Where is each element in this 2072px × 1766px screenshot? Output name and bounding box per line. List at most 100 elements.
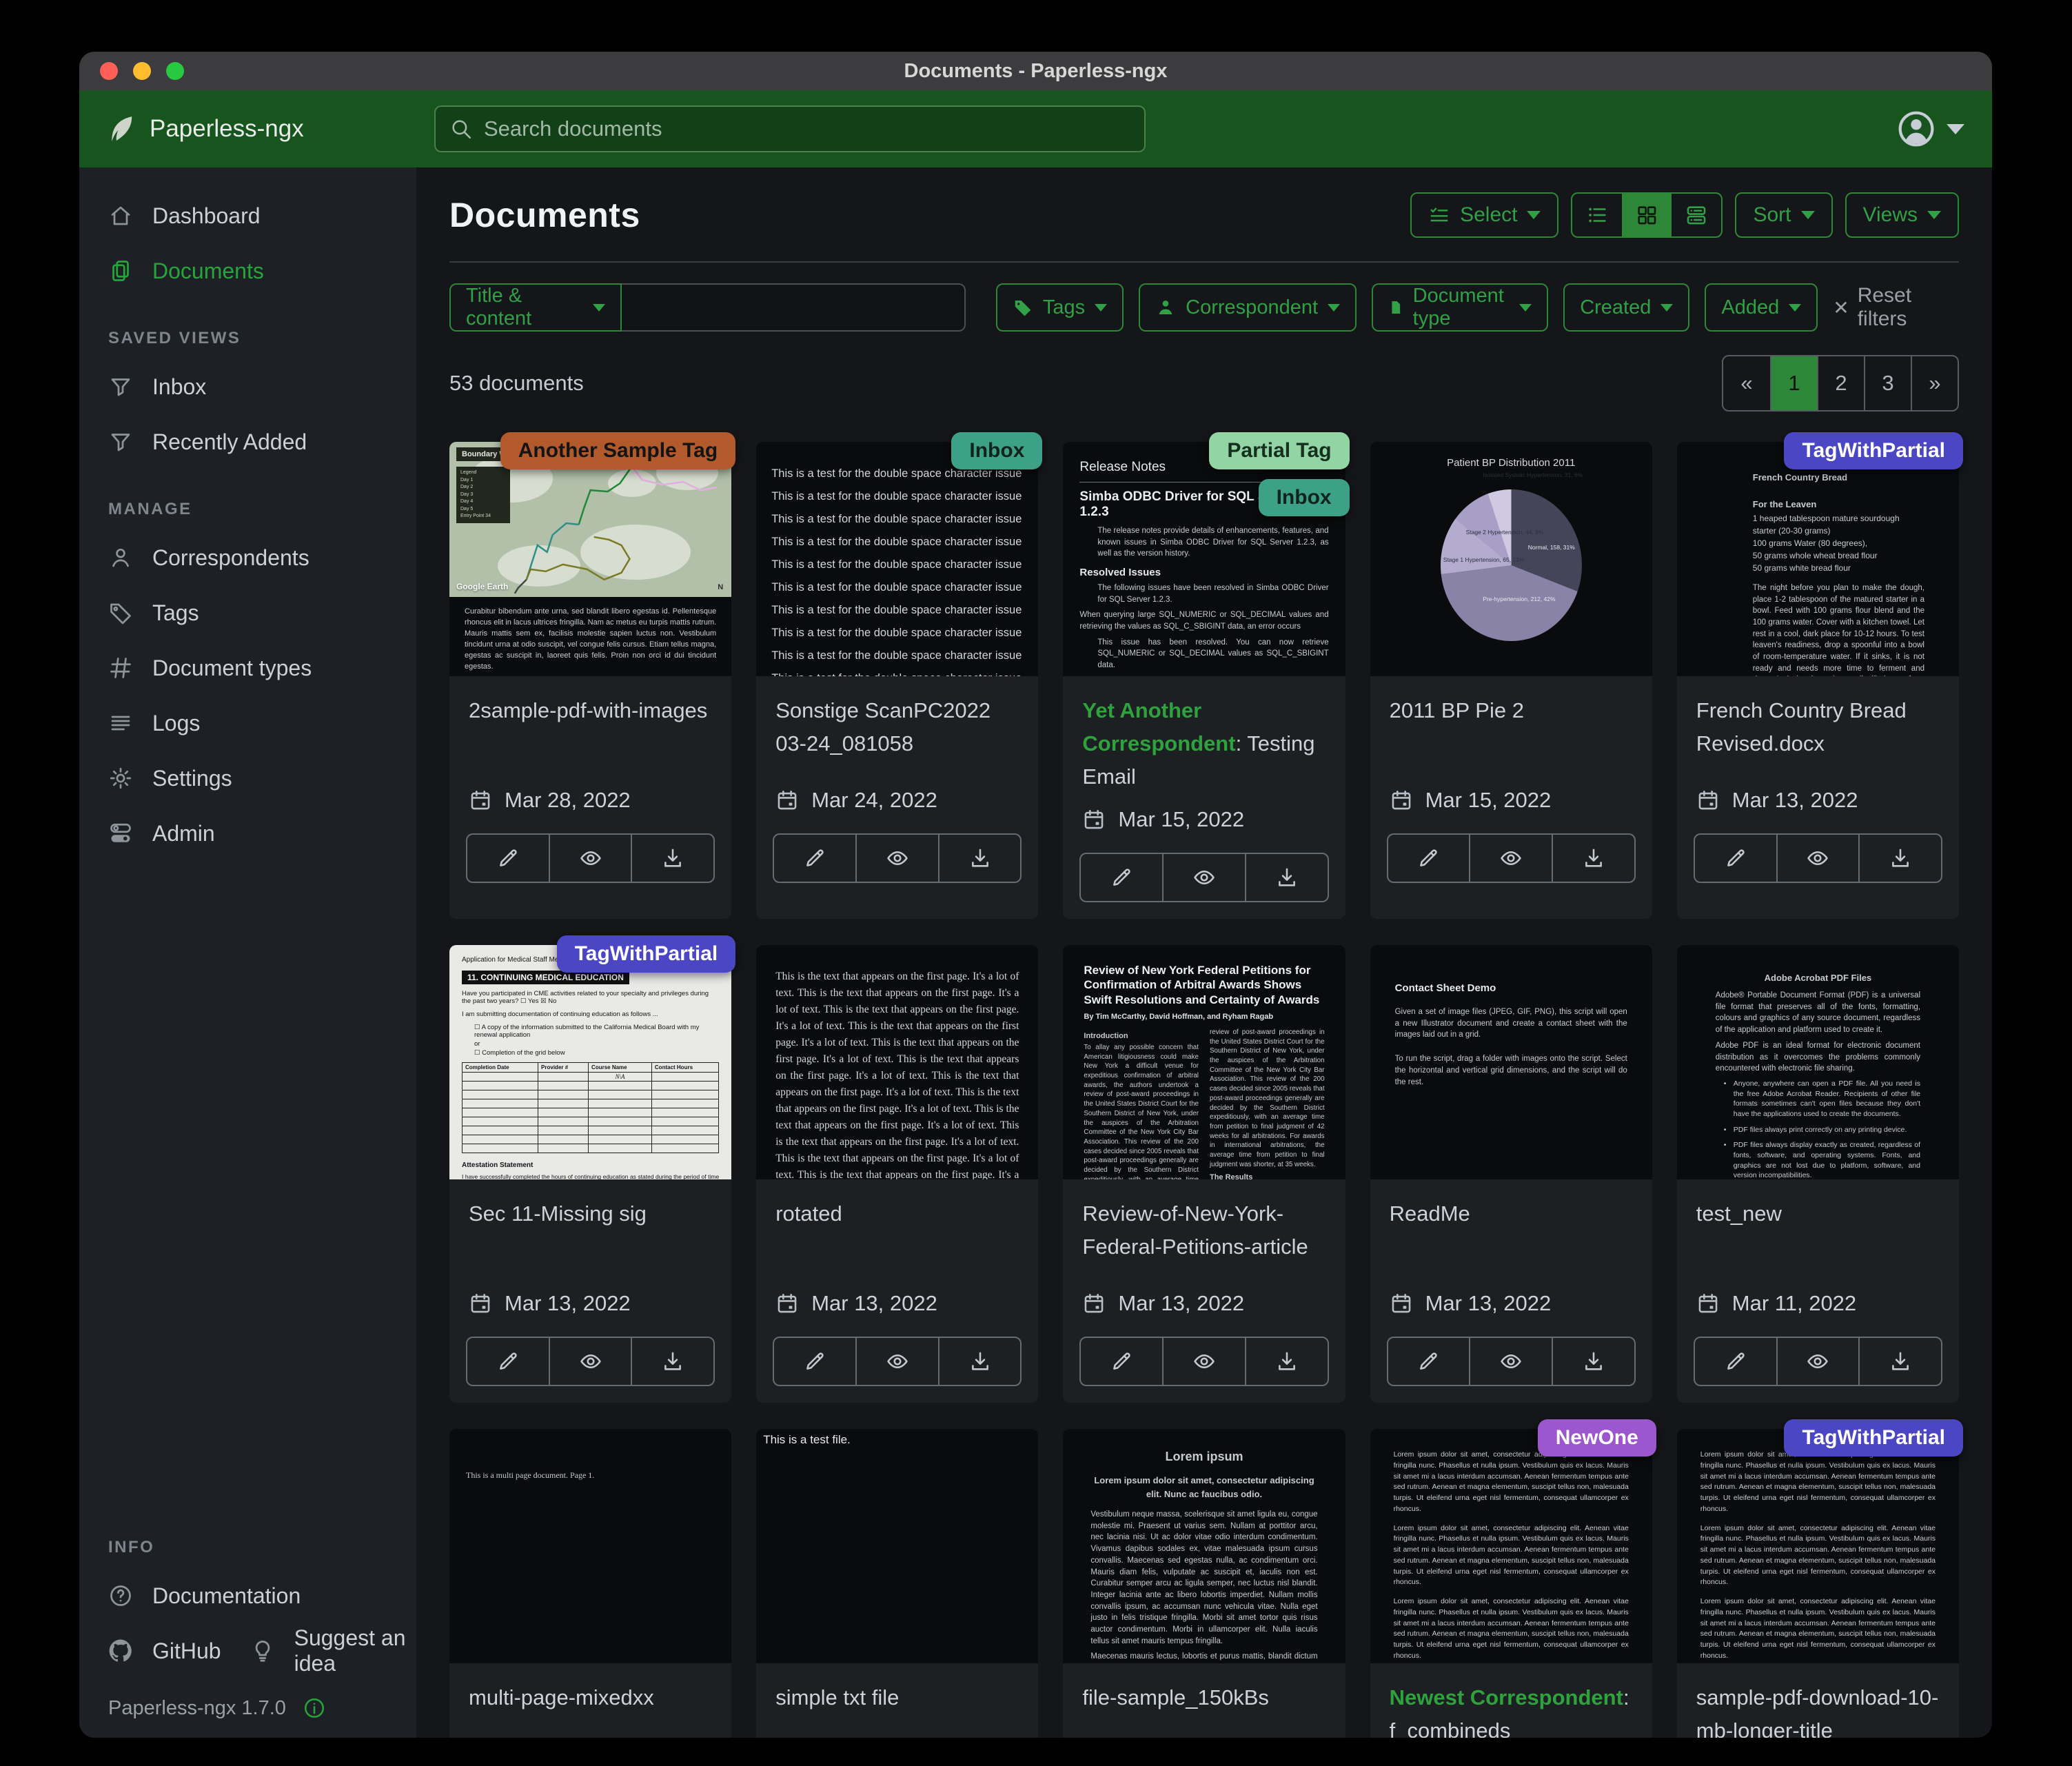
document-thumbnail[interactable]: This is a multi page document. Page 1. [449,1429,731,1663]
filter-correspondent-button[interactable]: Correspondent [1139,283,1357,332]
document-thumbnail[interactable]: This is the text that appears on the fir… [756,945,1038,1179]
document-title[interactable]: test_new [1677,1179,1959,1283]
view-document-button[interactable] [1776,1337,1860,1386]
document-thumbnail[interactable]: Lorem ipsum dolor sit amet, consectetur … [1370,1429,1652,1663]
download-document-button[interactable] [938,833,1022,883]
download-document-button[interactable] [1552,1337,1636,1386]
view-document-button[interactable] [1469,1337,1553,1386]
tag-badge[interactable]: Another Sample Tag [500,432,735,469]
document-title[interactable]: Sec 11-Missing sig [449,1179,731,1283]
sidebar-item-dashboard[interactable]: Dashboard [79,188,416,243]
view-document-button[interactable] [855,1337,939,1386]
document-title[interactable]: 2sample-pdf-with-images [449,676,731,780]
document-title[interactable]: ReadMe [1370,1179,1652,1283]
filter-created-button[interactable]: Created [1563,283,1689,332]
download-document-button[interactable] [1245,1337,1329,1386]
document-title[interactable]: rotated [756,1179,1038,1283]
document-thumbnail[interactable]: Lorem ipsum dolor sit amet, consectetur … [1677,1429,1959,1663]
download-document-button[interactable] [1245,853,1329,902]
edit-document-button[interactable] [466,833,550,883]
document-title[interactable]: sample-pdf-download-10-mb-longer-title [1677,1663,1959,1738]
view-document-button[interactable] [549,1337,633,1386]
edit-document-button[interactable] [773,833,857,883]
tag-badge[interactable]: TagWithPartial [1784,1419,1963,1457]
download-document-button[interactable] [631,1337,715,1386]
zoom-window-button[interactable] [166,62,184,80]
tag-badge[interactable]: Partial Tag [1209,432,1349,469]
document-title[interactable]: French Country Bread Revised.docx [1677,676,1959,780]
edit-document-button[interactable] [466,1337,550,1386]
sidebar-item-admin[interactable]: Admin [79,806,416,861]
sidebar-item-correspondents[interactable]: Correspondents [79,530,416,585]
view-mode-list-button[interactable] [1572,194,1622,236]
sidebar-item-recently-added[interactable]: Recently Added [79,414,416,469]
pagination-page-3[interactable]: 3 [1864,356,1911,410]
download-document-button[interactable] [938,1337,1022,1386]
document-thumbnail[interactable]: Patient BP Distribution 2011Normal, 158,… [1370,442,1652,676]
sidebar-item-documentation[interactable]: Documentation [79,1568,416,1623]
document-title[interactable]: multi-page-mixedxx [449,1663,731,1738]
search-documents-input[interactable]: Search documents [434,105,1146,152]
tag-badge[interactable]: TagWithPartial [1784,432,1963,469]
close-window-button[interactable] [100,62,118,80]
download-document-button[interactable] [631,833,715,883]
edit-document-button[interactable] [1079,1337,1164,1386]
view-document-button[interactable] [1162,1337,1246,1386]
tag-badge[interactable]: Inbox [1259,479,1350,516]
edit-document-button[interactable] [1079,853,1164,902]
select-button[interactable]: Select [1410,192,1558,238]
title-content-filter-input[interactable] [622,283,966,332]
sidebar-item-inbox[interactable]: Inbox [79,359,416,414]
document-title[interactable]: simple txt file [756,1663,1038,1738]
sort-button[interactable]: Sort [1735,192,1832,238]
document-title[interactable]: Sonstige ScanPC2022 03-24_081058 [756,676,1038,780]
views-button[interactable]: Views [1845,192,1959,238]
reset-filters-button[interactable]: ✕ Reset filters [1833,284,1959,331]
download-document-button[interactable] [1858,833,1942,883]
tag-badge[interactable]: Inbox [951,432,1042,469]
filter-document-type-button[interactable]: Document type [1372,283,1548,332]
document-thumbnail[interactable]: Contact Sheet DemoGiven a set of image f… [1370,945,1652,1179]
view-mode-grid-button[interactable] [1622,194,1672,236]
tag-badge[interactable]: NewOne [1538,1419,1656,1457]
document-thumbnail[interactable]: Boundary Waters TripLegendDay 1Day 2Day … [449,442,731,676]
sidebar-item-document-types[interactable]: Document types [79,640,416,696]
document-title[interactable]: file-sample_150kBs [1063,1663,1345,1738]
document-thumbnail[interactable]: Lorem ipsumLorem ipsum dolor sit amet, c… [1063,1429,1345,1663]
view-document-button[interactable] [855,833,939,883]
document-thumbnail[interactable]: This is a test for the double space char… [756,442,1038,676]
filter-added-button[interactable]: Added [1705,283,1818,332]
document-thumbnail[interactable]: Application for Medical Staff Members — … [449,945,731,1179]
document-thumbnail[interactable]: Adobe Acrobat PDF FilesAdobe® Portable D… [1677,945,1959,1179]
sidebar-item-suggest-idea[interactable]: Suggest an idea [221,1623,416,1678]
download-document-button[interactable] [1858,1337,1942,1386]
edit-document-button[interactable] [1387,833,1471,883]
document-title[interactable]: Newest Correspondent: f_combineds [1370,1663,1652,1738]
edit-document-button[interactable] [1694,1337,1778,1386]
document-title[interactable]: 2011 BP Pie 2 [1370,676,1652,780]
view-mode-detail-button[interactable] [1672,194,1721,236]
filter-tags-button[interactable]: Tags [996,283,1124,332]
document-thumbnail[interactable]: Review of New York Federal Petitions for… [1063,945,1345,1179]
sidebar-item-settings[interactable]: Settings [79,751,416,806]
pagination-next-button[interactable]: » [1911,356,1958,410]
edit-document-button[interactable] [1387,1337,1471,1386]
document-title[interactable]: Yet Another Correspondent: Testing Email [1063,676,1345,799]
view-document-button[interactable] [1469,833,1553,883]
minimize-window-button[interactable] [133,62,151,80]
tag-badge[interactable]: TagWithPartial [557,935,736,973]
document-correspondent[interactable]: Newest Correspondent [1390,1685,1623,1709]
view-document-button[interactable] [549,833,633,883]
pagination-page-2[interactable]: 2 [1817,356,1864,410]
edit-document-button[interactable] [1694,833,1778,883]
sidebar-item-documents[interactable]: Documents [79,243,416,298]
pagination-page-1[interactable]: 1 [1770,356,1817,410]
sidebar-item-tags[interactable]: Tags [79,585,416,640]
user-menu-button[interactable] [1897,110,1964,148]
document-title[interactable]: Review-of-New-York-Federal-Petitions-art… [1063,1179,1345,1283]
download-document-button[interactable] [1552,833,1636,883]
document-thumbnail[interactable]: This is a test file. [756,1429,1038,1663]
sidebar-item-github[interactable]: GitHub [79,1623,221,1678]
pagination-prev-button[interactable]: « [1723,356,1770,410]
edit-document-button[interactable] [773,1337,857,1386]
